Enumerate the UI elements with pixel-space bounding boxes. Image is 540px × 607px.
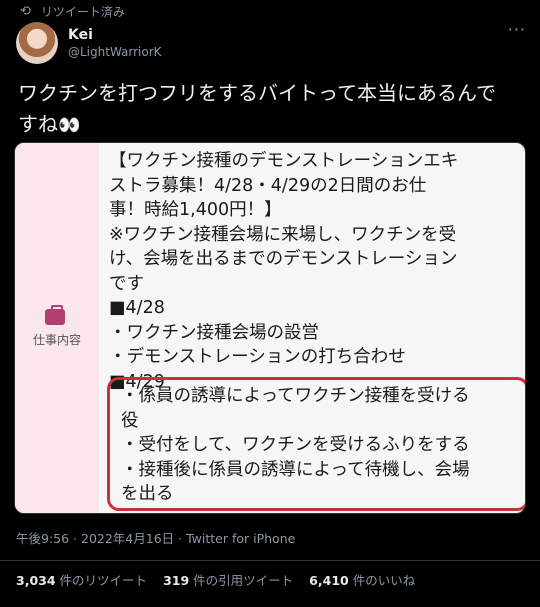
tweet-text: ワクチンを打つフリをするバイトって本当にあるんで すね👀 — [18, 78, 523, 141]
like-count-number: 6,410 — [309, 573, 349, 588]
divider — [0, 560, 540, 561]
retweet-count-label: 件のリツイート — [59, 573, 148, 588]
quote-count-number: 319 — [163, 573, 190, 588]
quote-count[interactable]: 319 件の引用ツイート — [163, 570, 293, 589]
retweet-count-number: 3,034 — [16, 573, 56, 588]
briefcase-icon — [45, 305, 65, 325]
quote-count-label: 件の引用ツイート — [193, 573, 294, 588]
highlighted-text: ・係員の誘導によってワクチン接種を受ける 役 ・受付をして、ワクチンを受けるふり… — [121, 386, 470, 504]
avatar[interactable] — [16, 22, 58, 64]
retweet-label: リツイート済み — [40, 4, 125, 19]
more-options-icon[interactable]: ··· — [508, 20, 526, 39]
tweet-timestamp[interactable]: 午後9:56 · 2022年4月16日 · Twitter for iPhone — [16, 528, 295, 547]
retweet-indicator: ⟲ リツイート済み — [20, 2, 125, 20]
eyes-emoji-icon: 👀 — [58, 115, 81, 136]
tweet-image[interactable]: 仕事内容 【ワクチン接種のデモンストレーションエキ ストラ募集！4/28・4/2… — [14, 142, 526, 514]
display-name[interactable]: Kei — [68, 27, 162, 43]
like-count-label: 件のいいね — [352, 573, 416, 588]
tweet-stats: 3,034 件のリツイート 319 件の引用ツイート 6,410 件のいいね — [16, 570, 415, 589]
job-posting-text: 【ワクチン接種のデモンストレーションエキ ストラ募集！4/28・4/29の2日間… — [109, 151, 459, 392]
user-handle[interactable]: @LightWarriorK — [68, 45, 162, 59]
like-count[interactable]: 6,410 件のいいね — [309, 570, 415, 589]
retweet-icon: ⟲ — [20, 3, 31, 19]
user-info[interactable]: Kei @LightWarriorK — [68, 27, 162, 59]
tweet-header: Kei @LightWarriorK ··· — [16, 20, 526, 66]
retweet-count[interactable]: 3,034 件のリツイート — [16, 570, 147, 589]
job-description-label: 仕事内容 — [32, 333, 81, 347]
tweet-text-line1: ワクチンを打つフリをするバイトって本当にあるんで — [18, 81, 496, 105]
job-sidebar — [15, 143, 99, 513]
tweet-text-line2: すね — [18, 112, 58, 136]
